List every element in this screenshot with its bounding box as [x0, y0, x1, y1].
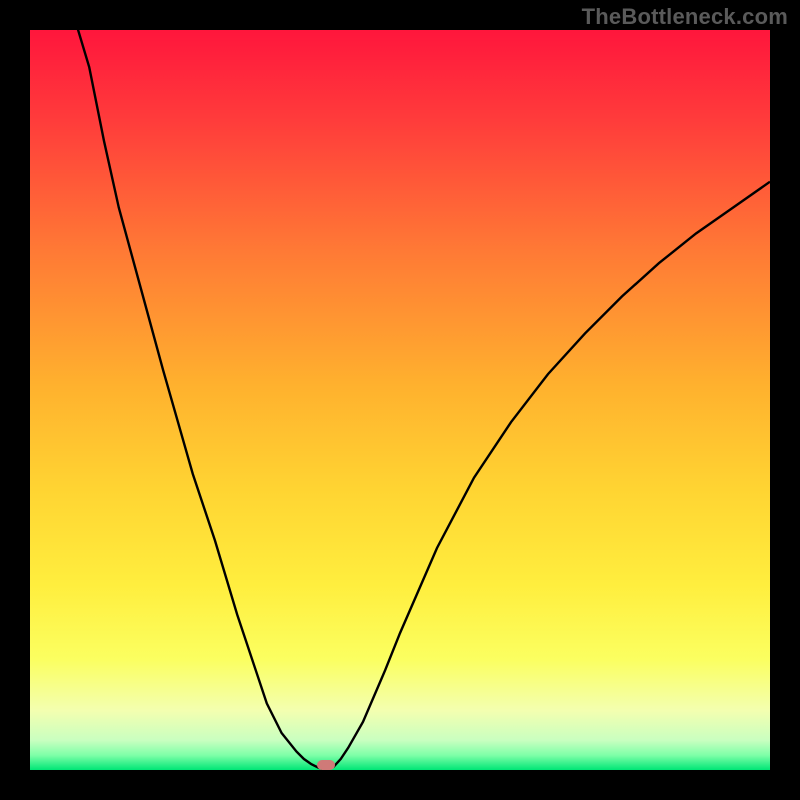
bottleneck-curve [30, 30, 770, 770]
watermark-text: TheBottleneck.com [582, 4, 788, 30]
chart-frame: TheBottleneck.com [0, 0, 800, 800]
optimal-point-marker [317, 760, 335, 770]
plot-area [30, 30, 770, 770]
